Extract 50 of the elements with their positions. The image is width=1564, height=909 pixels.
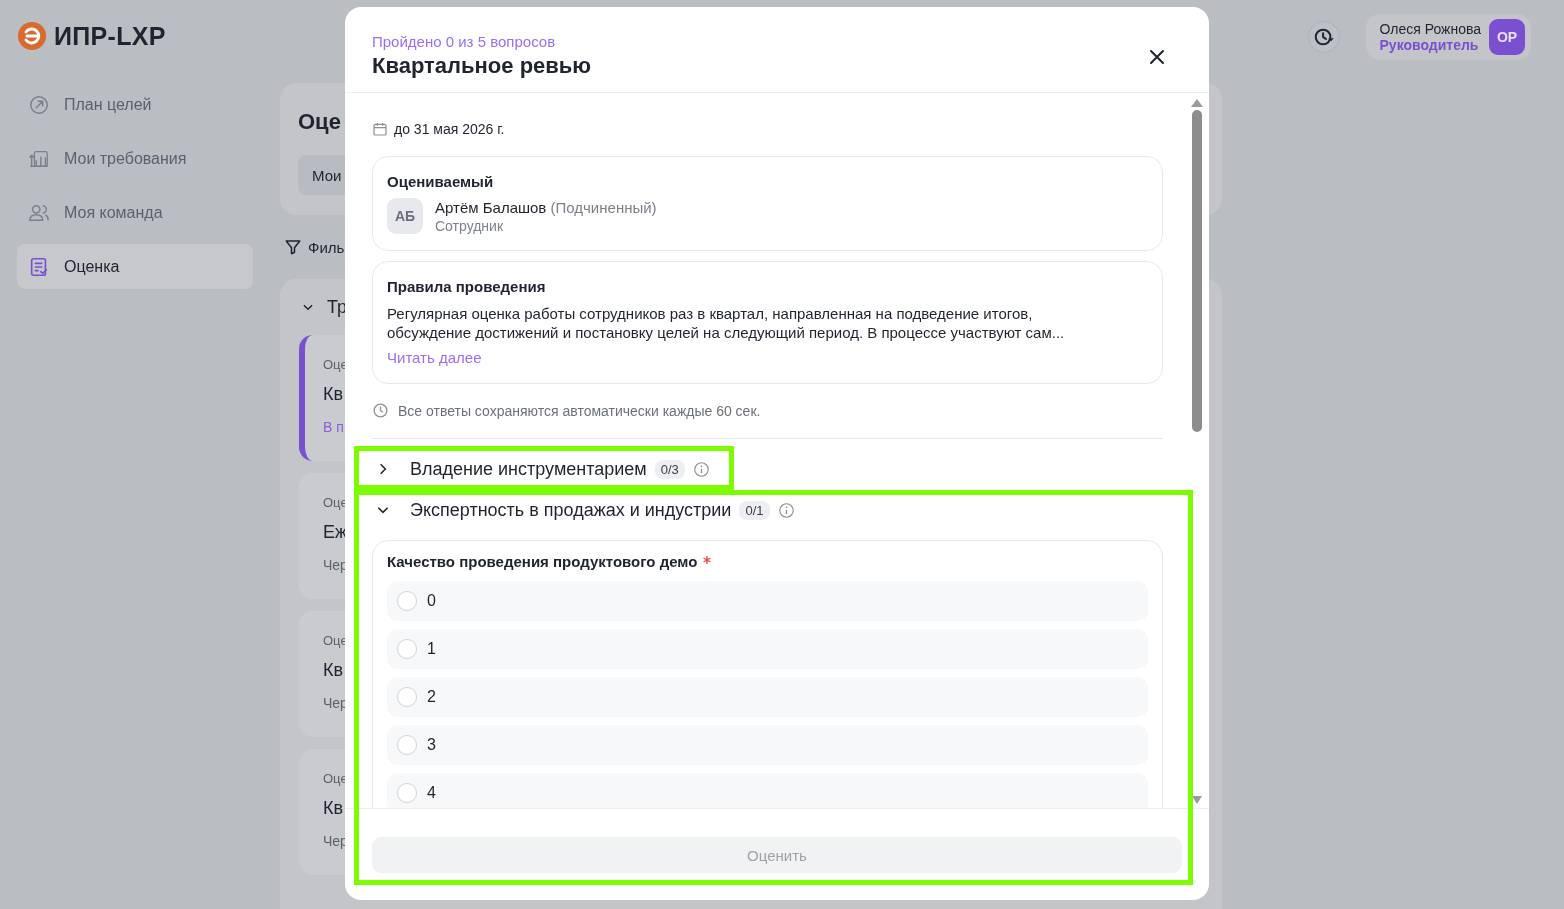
answer-option[interactable]: 4 [387,773,1148,808]
person-relation: (Подчиненный) [550,198,657,216]
person-name: Артём Балашов [435,198,547,216]
radio-button[interactable] [397,735,417,755]
dialog-title: Квартальное ревью [372,53,592,79]
card-heading: Правила проведения [387,278,547,295]
radio-button[interactable] [397,639,417,659]
info-icon [692,460,710,478]
logo-icon [17,21,47,51]
history-button[interactable] [1307,21,1340,53]
close-icon [1149,49,1165,65]
rules-text: Регулярная оценка работы сотрудников раз в квартал, направленная на подведение итогов, обсуждение достижений и постановку целей на следующий период. В процессе участвуют сам... [387,304,1066,342]
filter-icon [284,238,302,256]
section-header[interactable]: Владение инструментарием 0/3 [372,455,710,483]
checklist-icon [28,255,50,278]
answer-option[interactable]: 3 [387,725,1148,765]
autosave-note: Все ответы сохраняются автоматически каждые 60 сек. [398,402,761,419]
person-position: Сотрудник [435,217,504,234]
sidebar-item[interactable]: Оценка [17,244,253,289]
progress-text: Пройдено 0 из 5 вопросов [372,33,557,50]
read-more-link[interactable]: Читать далее [387,349,482,366]
section-header[interactable]: Экспертность в продажах и индустрии 0/1 [372,496,795,524]
app-logo: ИПР-LXP [54,21,166,51]
card-title: Кв [323,384,344,405]
card-status: В п [323,419,344,435]
card-heading: Оцениваемый [387,173,495,190]
filter-label: Филь [308,238,345,256]
user-profile[interactable]: Олеся Рожнова Руководитель ОР [1365,14,1531,60]
radio-button[interactable] [397,687,417,707]
card-title: Кв [323,660,344,681]
avatar: АБ [387,198,423,234]
radio-button[interactable] [397,591,417,611]
radio-button[interactable] [397,783,417,803]
question-text: Качество проведения продуктового демо [387,553,1148,570]
count-badge: 0/3 [654,459,685,479]
count-badge: 0/1 [739,500,770,520]
answer-option[interactable]: 0 [387,581,1148,621]
deadline-text: до 31 мая 2026 г. [394,120,505,138]
close-button[interactable] [1149,49,1165,65]
card-title: Кв [323,798,344,819]
history-icon [1312,26,1335,48]
page-title: Оце [298,109,341,135]
clock-icon [372,402,389,419]
answer-option[interactable]: 2 [387,677,1148,717]
user-name: Олеся Рожнова [1379,21,1481,37]
answer-option[interactable]: 1 [387,629,1148,669]
avatar: ОР [1489,19,1525,55]
calendar-icon [372,121,388,137]
info-icon [777,501,795,519]
user-role: Руководитель [1379,37,1480,53]
